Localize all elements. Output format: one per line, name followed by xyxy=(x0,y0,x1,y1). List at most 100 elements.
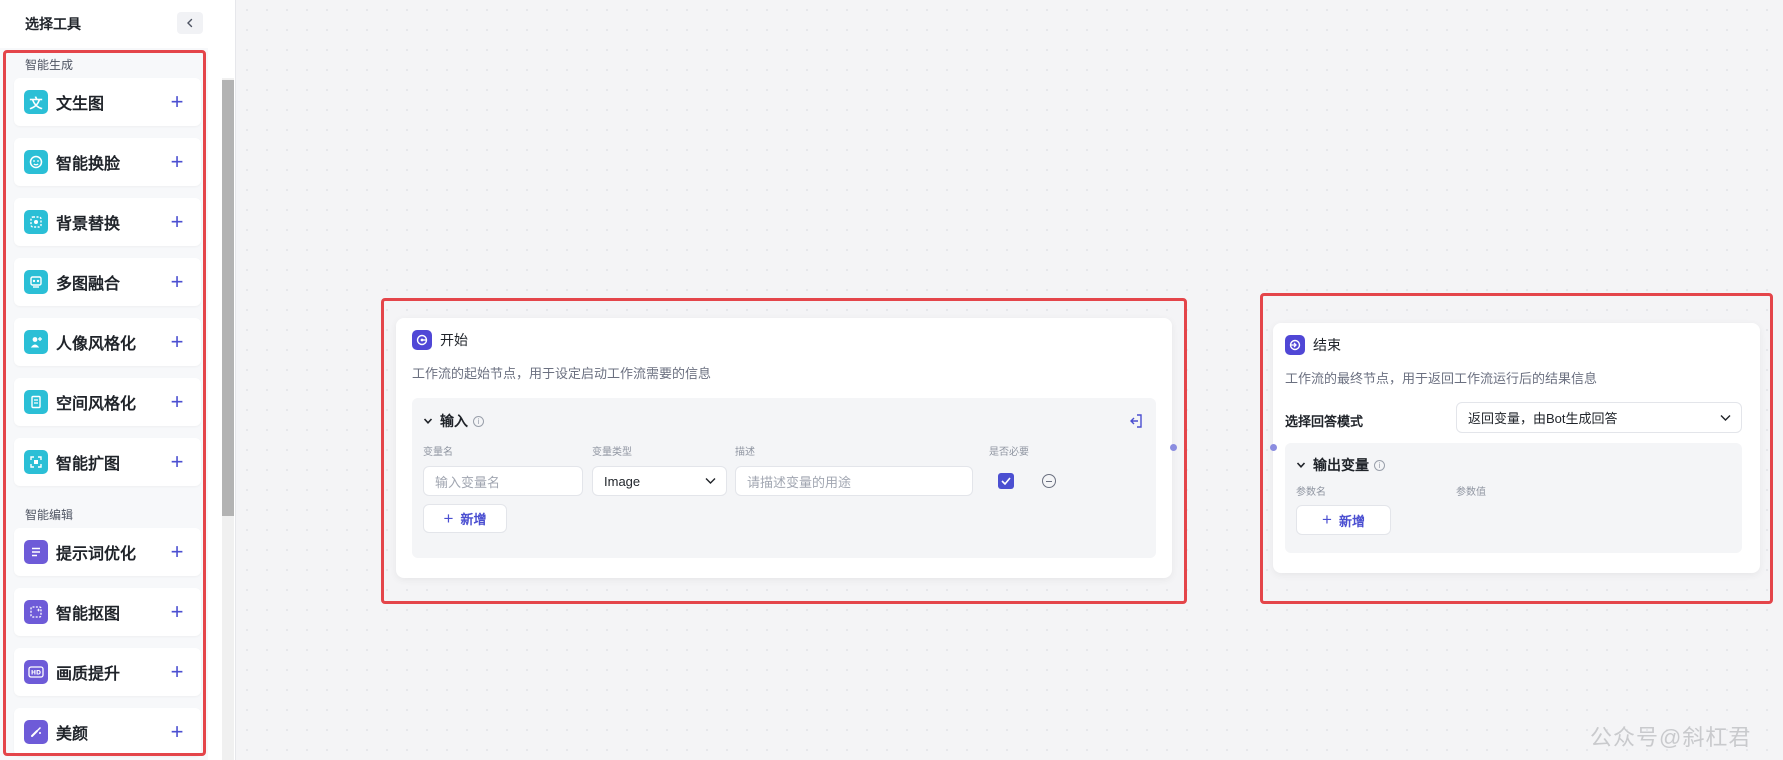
tool-label: 文生图 xyxy=(56,96,105,113)
tool-sidebar: 选择工具 智能生成 文 文生图 + 智能换脸 + 背景替换 + 多图融合 + 人… xyxy=(0,0,236,760)
tool-item-prompt-optimize[interactable]: 提示词优化 + xyxy=(14,528,201,576)
tool-label: 人像风格化 xyxy=(56,336,137,353)
import-variable-icon[interactable] xyxy=(1128,413,1144,429)
tool-item-portrait-style[interactable]: 人像风格化 + xyxy=(14,318,201,366)
tool-item-image-expand[interactable]: 智能扩图 + xyxy=(14,438,201,486)
start-node-output-port[interactable] xyxy=(1170,444,1177,451)
add-tool-icon[interactable]: + xyxy=(165,600,189,624)
multi-image-fusion-icon xyxy=(24,270,48,294)
tool-item-text-to-image[interactable]: 文 文生图 + xyxy=(14,78,201,126)
tool-item-beauty[interactable]: 美颜 + xyxy=(14,708,201,756)
tool-list: 智能生成 文 文生图 + 智能换脸 + 背景替换 + 多图融合 + 人像风格化 … xyxy=(0,48,208,760)
add-tool-icon[interactable]: + xyxy=(165,270,189,294)
tool-label: 美颜 xyxy=(56,726,89,743)
add-tool-icon[interactable]: + xyxy=(165,210,189,234)
answer-mode-label: 选择回答模式 xyxy=(1285,414,1364,429)
cutout-icon xyxy=(24,600,48,624)
end-node-description: 工作流的最终节点，用于返回工作流运行后的结果信息 xyxy=(1285,371,1598,386)
chevron-left-icon xyxy=(187,18,193,28)
check-icon xyxy=(1001,477,1011,485)
required-checkbox[interactable] xyxy=(998,473,1014,489)
svg-text:HD: HD xyxy=(31,670,41,677)
column-variable-name: 变量名 xyxy=(423,447,453,458)
section-title-generate: 智能生成 xyxy=(25,58,74,72)
plus-icon: + xyxy=(1322,510,1332,529)
tool-label: 提示词优化 xyxy=(56,546,137,563)
variable-type-select[interactable]: Image xyxy=(592,466,727,496)
add-tool-icon[interactable]: + xyxy=(165,660,189,684)
beauty-brush-icon xyxy=(24,720,48,744)
start-node-icon xyxy=(412,330,432,350)
add-tool-icon[interactable]: + xyxy=(165,720,189,744)
start-node-title: 开始 xyxy=(412,330,468,350)
end-node[interactable]: 结束 工作流的最终节点，用于返回工作流运行后的结果信息 选择回答模式 返回变量，… xyxy=(1273,323,1760,573)
chevron-down-icon xyxy=(423,418,433,424)
tool-item-multi-image-fusion[interactable]: 多图融合 + xyxy=(14,258,201,306)
column-param-name: 参数名 xyxy=(1296,487,1326,498)
tool-label: 画质提升 xyxy=(56,666,121,683)
chevron-down-icon xyxy=(1720,414,1731,421)
remove-row-button[interactable] xyxy=(1042,474,1056,488)
tool-item-face-swap[interactable]: 智能换脸 + xyxy=(14,138,201,186)
scrollbar-thumb[interactable] xyxy=(222,80,234,516)
tool-label: 智能换脸 xyxy=(56,156,121,173)
add-tool-icon[interactable]: + xyxy=(165,390,189,414)
add-tool-icon[interactable]: + xyxy=(165,90,189,114)
column-variable-type: 变量类型 xyxy=(592,447,632,458)
text-to-image-icon: 文 xyxy=(24,90,48,114)
column-required: 是否必要 xyxy=(989,447,1029,458)
tool-label: 智能扩图 xyxy=(56,456,121,473)
tool-item-background-replace[interactable]: 背景替换 + xyxy=(14,198,201,246)
info-icon: i xyxy=(473,415,484,427)
end-output-panel: 输出变量 i 参数名 参数值 + 新增 xyxy=(1285,443,1742,553)
output-section-title: 输出变量 xyxy=(1313,457,1369,473)
hd-icon: HD xyxy=(24,660,48,684)
add-input-label: 新增 xyxy=(460,512,487,527)
portrait-style-icon xyxy=(24,330,48,354)
variable-name-input[interactable]: 输入变量名 xyxy=(423,466,583,496)
watermark: 公众号@斜杠君 xyxy=(1590,725,1752,750)
add-tool-icon[interactable]: + xyxy=(165,150,189,174)
plus-icon: + xyxy=(443,508,454,528)
variable-description-input[interactable]: 请描述变量的用途 xyxy=(735,466,973,496)
add-tool-icon[interactable]: + xyxy=(165,450,189,474)
add-input-button[interactable]: + 新增 xyxy=(423,504,507,533)
input-section-title: 输入 xyxy=(440,413,468,429)
variable-type-value: Image xyxy=(604,473,641,489)
image-expand-icon xyxy=(24,450,48,474)
add-output-label: 新增 xyxy=(1338,513,1365,529)
tool-label: 智能抠图 xyxy=(56,606,121,623)
tool-item-quality-enhance[interactable]: HD 画质提升 + xyxy=(14,648,201,696)
tool-label: 背景替换 xyxy=(56,216,121,233)
add-tool-icon[interactable]: + xyxy=(165,540,189,564)
end-node-title-text: 结束 xyxy=(1313,337,1341,353)
start-node[interactable]: 开始 工作流的起始节点，用于设定启动工作流需要的信息 输入 i 变量名 变量类型… xyxy=(396,318,1172,578)
input-section-toggle[interactable]: 输入 i xyxy=(423,411,484,431)
prompt-optimize-icon xyxy=(24,540,48,564)
tool-label: 多图融合 xyxy=(56,276,121,293)
end-node-input-port[interactable] xyxy=(1270,444,1277,451)
collapse-sidebar-button[interactable] xyxy=(177,12,203,34)
info-icon: i xyxy=(1374,459,1385,471)
add-output-button[interactable]: + 新增 xyxy=(1296,505,1391,535)
start-node-description: 工作流的起始节点，用于设定启动工作流需要的信息 xyxy=(412,366,712,381)
tool-item-space-style[interactable]: 空间风格化 + xyxy=(14,378,201,426)
background-replace-icon xyxy=(24,210,48,234)
answer-mode-value: 返回变量，由Bot生成回答 xyxy=(1468,411,1618,426)
section-title-edit: 智能编辑 xyxy=(25,508,74,522)
end-node-title: 结束 xyxy=(1285,335,1341,355)
answer-mode-select[interactable]: 返回变量，由Bot生成回答 xyxy=(1456,402,1742,433)
tool-item-cutout[interactable]: 智能抠图 + xyxy=(14,588,201,636)
tool-label: 空间风格化 xyxy=(56,396,137,413)
start-input-panel: 输入 i 变量名 变量类型 描述 是否必要 输入变量名 Image 请描述变量的… xyxy=(412,398,1156,558)
space-style-icon xyxy=(24,390,48,414)
chevron-down-icon xyxy=(1296,462,1306,468)
output-section-toggle[interactable]: 输出变量 i xyxy=(1296,455,1385,475)
chevron-down-icon xyxy=(705,478,716,484)
face-swap-icon xyxy=(24,150,48,174)
add-tool-icon[interactable]: + xyxy=(165,330,189,354)
start-node-title-text: 开始 xyxy=(440,332,468,348)
column-description: 描述 xyxy=(735,447,755,458)
column-param-value: 参数值 xyxy=(1456,487,1486,498)
end-node-icon xyxy=(1285,335,1305,355)
